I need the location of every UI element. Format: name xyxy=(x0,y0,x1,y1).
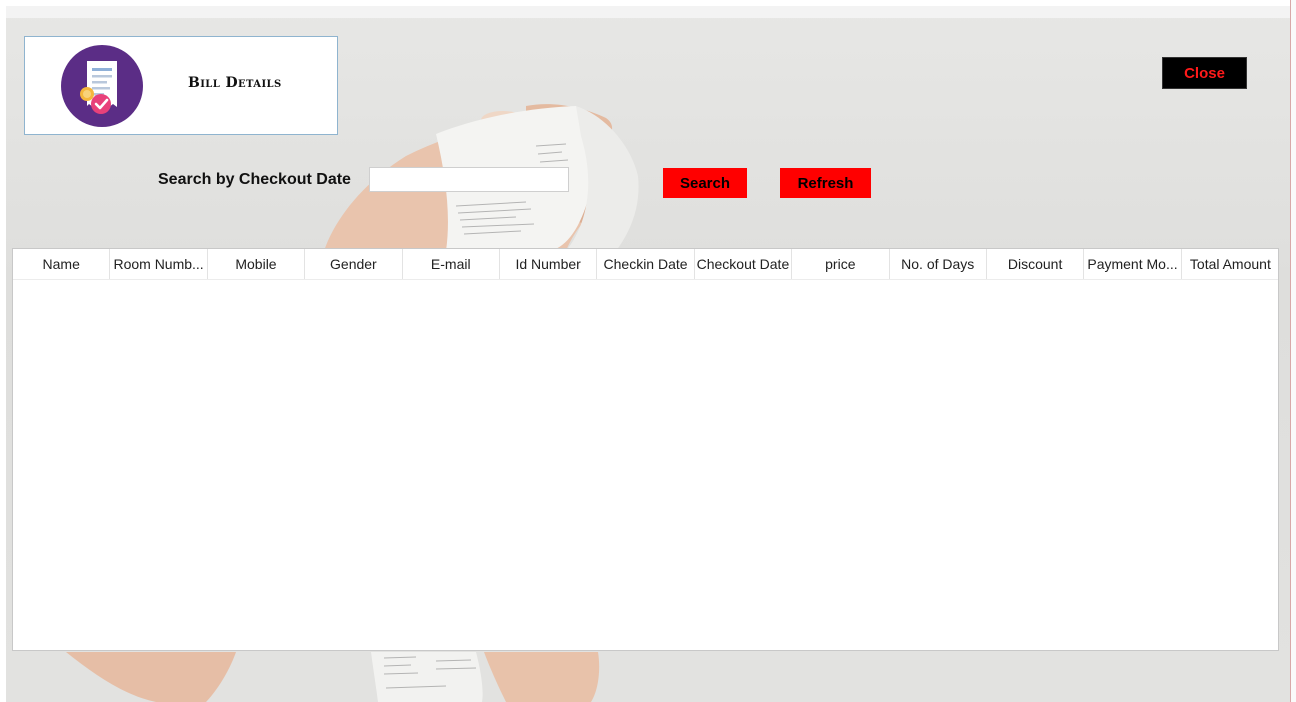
checkout-date-search-input[interactable] xyxy=(369,167,569,192)
bill-details-window: Bill Details Close Search by Checkout Da… xyxy=(6,6,1290,702)
column-header-total-amount[interactable]: Total Amount xyxy=(1182,249,1279,279)
column-header-price[interactable]: price xyxy=(792,249,890,279)
column-header-id-number[interactable]: Id Number xyxy=(500,249,598,279)
column-header-mobile[interactable]: Mobile xyxy=(208,249,306,279)
refresh-button[interactable]: Refresh xyxy=(780,168,871,198)
page-title: Bill Details xyxy=(188,75,282,91)
column-header-room-number[interactable]: Room Numb... xyxy=(110,249,208,279)
column-header-gender[interactable]: Gender xyxy=(305,249,403,279)
column-header-discount[interactable]: Discount xyxy=(987,249,1085,279)
close-button[interactable]: Close xyxy=(1162,57,1247,89)
column-header-checkin-date[interactable]: Checkin Date xyxy=(597,249,695,279)
column-header-no-of-days[interactable]: No. of Days xyxy=(890,249,987,279)
column-header-name[interactable]: Name xyxy=(13,249,111,279)
title-panel: Bill Details xyxy=(24,36,338,135)
column-header-payment-mode[interactable]: Payment Mo... xyxy=(1084,249,1182,279)
table-body xyxy=(13,280,1278,650)
column-header-email[interactable]: E-mail xyxy=(403,249,500,279)
background-window-edge xyxy=(1290,0,1296,702)
bill-details-table[interactable]: Name Room Numb... Mobile Gender E-mail I… xyxy=(12,248,1279,651)
receipt-payment-icon xyxy=(61,45,143,127)
table-header: Name Room Numb... Mobile Gender E-mail I… xyxy=(13,249,1278,280)
column-header-checkout-date[interactable]: Checkout Date xyxy=(695,249,793,279)
search-label: Search by Checkout Date xyxy=(158,171,351,188)
search-button[interactable]: Search xyxy=(663,168,747,198)
